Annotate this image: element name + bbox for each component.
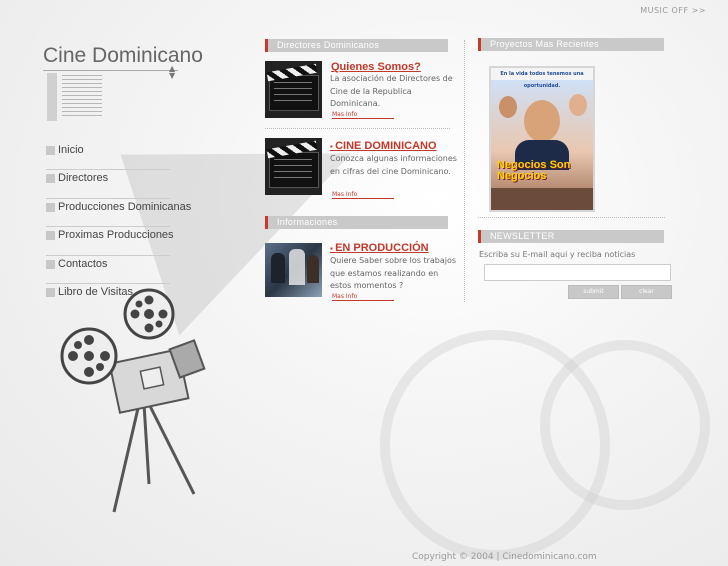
nav-item-contactos[interactable]: Contactos — [46, 256, 170, 284]
bullet-icon — [46, 146, 55, 155]
document-icon — [47, 73, 103, 121]
section-header-informaciones: Informaciones — [265, 216, 448, 229]
entry-body-line: Dominicana. — [330, 99, 381, 108]
film-reel-watermark — [540, 340, 710, 510]
clear-button[interactable]: clear — [621, 285, 672, 299]
entry-body-line: La asociación de Directores de — [330, 74, 453, 83]
logo-underline — [43, 70, 178, 71]
entry-body-line: Cine de la Republica — [330, 86, 412, 96]
more-info-link[interactable]: Mas Info — [332, 111, 394, 119]
entry-title-en-produccion[interactable]: ▪ EN PRODUCCIÓN — [330, 242, 429, 254]
nav-item-label: Inicio — [58, 144, 84, 156]
bullet-icon — [46, 259, 55, 269]
bullet-icon — [46, 174, 55, 184]
poster-credits — [491, 188, 593, 210]
nav-item-label: Proximas Producciones — [58, 229, 174, 242]
newsletter-label: Escriba su E-mail aqui y reciba noticias — [479, 250, 636, 259]
more-info-link[interactable]: Mas Info — [332, 293, 394, 301]
entry-title-quienes-somos[interactable]: Quienes Somos? — [331, 61, 421, 73]
entry-body-line: estos momentos ? — [330, 281, 404, 290]
site-logo[interactable]: Cine Dominicano — [43, 44, 203, 68]
bullet-icon — [46, 231, 55, 241]
section-header-proyectos: Proyectos Mas Recientes — [478, 38, 664, 51]
nav-item-label: Contactos — [58, 257, 108, 270]
divider — [478, 217, 665, 218]
email-field[interactable] — [484, 264, 671, 281]
clapperboard-thumbnail[interactable] — [265, 61, 322, 118]
bullet-icon — [46, 202, 55, 212]
nav-item-label: Producciones Dominicanas — [58, 200, 192, 213]
entry-body-line: que estamos realizando en — [330, 268, 439, 278]
poster-tagline: En la vida todos tenemos una oportunidad… — [491, 68, 593, 89]
music-toggle[interactable]: MUSIC OFF >> — [640, 6, 706, 15]
sort-arrows-icon: ▲ ▼ — [169, 64, 176, 80]
entry-body-line: Conozca algunas informaciones — [330, 154, 457, 163]
movie-poster[interactable]: En la vida todos tenemos una oportunidad… — [489, 66, 595, 212]
entry-body: Conozca algunas informaciones en cifras … — [330, 153, 470, 178]
entry-body-line: en cifras del cine Dominicano. — [330, 166, 451, 176]
entry-title-text: EN PRODUCCIÓN — [335, 242, 429, 254]
entry-body: Quiere Saber sobre los trabajos que esta… — [330, 255, 470, 293]
entry-title-text: CINE DOMINICANO — [335, 140, 437, 152]
entry-body: La asociación de Directores de Cine de l… — [330, 73, 470, 111]
entry-title-cine-dominicano[interactable]: ▪ CINE DOMINICANO — [330, 140, 437, 152]
column-divider — [464, 40, 465, 302]
nav-item-label: Directores — [58, 172, 109, 185]
poster-title: Negocios Son Negocios — [497, 160, 587, 182]
nav-item-proximas[interactable]: Proximas Producciones — [46, 227, 174, 256]
film-projector-illustration — [60, 288, 206, 513]
section-header-newsletter: NEWSLETTER — [478, 230, 664, 243]
entry-body-line: Quiere Saber sobre los trabajos — [330, 256, 457, 265]
submit-button[interactable]: submit — [568, 285, 619, 299]
poster-title-line: Negocios — [497, 170, 547, 182]
clapperboard-thumbnail[interactable] — [265, 138, 322, 195]
divider — [265, 128, 450, 129]
more-info-link[interactable]: Mas Info — [332, 191, 394, 199]
section-header-directores: Directores Dominicanos — [265, 39, 448, 52]
production-photo[interactable] — [265, 243, 322, 297]
nav-item-directores[interactable]: Directores — [46, 170, 170, 199]
nav-item-inicio[interactable]: Inicio — [46, 142, 170, 171]
nav-item-producciones[interactable]: Producciones Dominicanas — [46, 199, 191, 228]
copyright-footer: Copyright © 2004 | Cinedominicano.com — [412, 552, 597, 562]
